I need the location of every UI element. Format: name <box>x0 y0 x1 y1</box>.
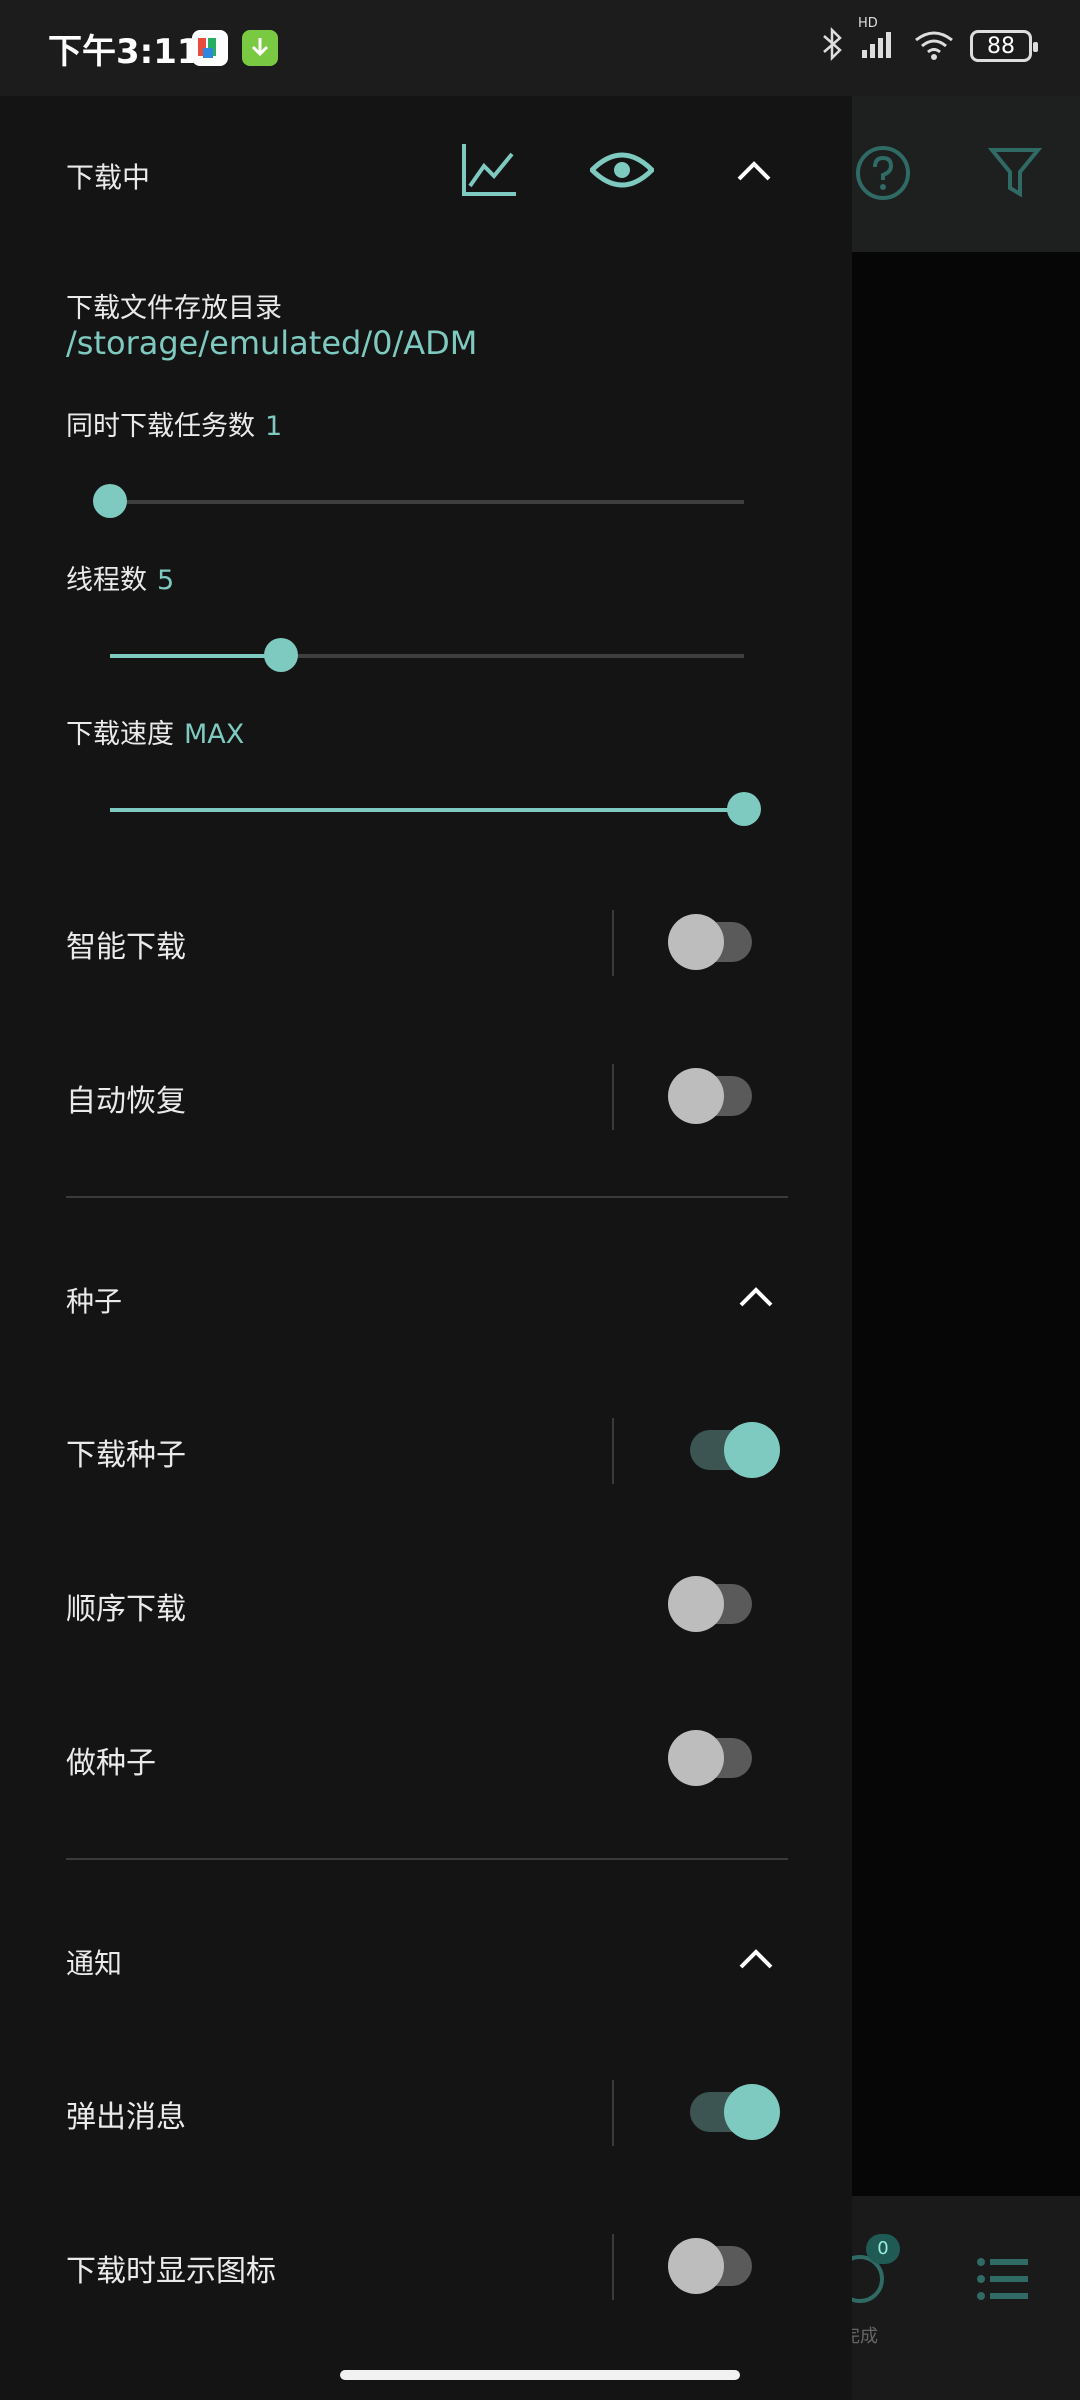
switch-knob <box>668 1576 724 1632</box>
chevron-up-icon[interactable] <box>738 1286 774 1312</box>
battery-level: 88 <box>987 33 1015 59</box>
chart-icon[interactable] <box>460 142 518 202</box>
speed-value: MAX <box>184 719 245 750</box>
row-divider <box>612 2234 614 2300</box>
slider-thumb[interactable] <box>264 638 299 672</box>
completed-badge: 0 <box>866 2234 900 2264</box>
home-indicator[interactable] <box>340 2370 740 2380</box>
torrent-section-title: 种子 <box>66 1285 123 1318</box>
sequential-download-switch[interactable] <box>668 1576 752 1632</box>
speed-text: 下载速度 <box>66 719 174 750</box>
list-menu-icon[interactable] <box>976 2256 1030 2306</box>
auto-resume-switch[interactable] <box>668 1068 752 1124</box>
switch-knob <box>668 1730 724 1786</box>
switch-knob <box>724 1422 780 1478</box>
seeding-label: 做种子 <box>66 1746 156 1781</box>
eye-icon[interactable] <box>588 148 656 196</box>
switch-knob <box>668 914 724 970</box>
filter-icon[interactable] <box>987 144 1043 206</box>
app-notification-icon <box>192 30 228 66</box>
threads-label: 线程数 5 <box>66 558 174 597</box>
settings-drawer: 下载中 下载文件存放目录 /storage/emulated/0/ADM 同时下… <box>0 96 852 2400</box>
popup-message-label: 弹出消息 <box>66 2100 186 2135</box>
popup-message-switch[interactable] <box>690 2084 780 2140</box>
hd-label: HD <box>858 16 878 31</box>
show-icon-switch[interactable] <box>668 2238 752 2294</box>
row-divider <box>612 1064 614 1130</box>
speed-slider[interactable] <box>110 792 761 826</box>
concurrent-tasks-text: 同时下载任务数 <box>66 411 255 442</box>
switch-knob <box>668 1068 724 1124</box>
switch-knob <box>668 2238 724 2294</box>
seeding-switch[interactable] <box>668 1730 752 1786</box>
auto-resume-label: 自动恢复 <box>66 1084 186 1119</box>
slider-fill <box>110 808 744 812</box>
drawer-title: 下载中 <box>66 161 151 194</box>
row-divider <box>612 910 614 976</box>
threads-text: 线程数 <box>66 565 147 596</box>
switch-knob <box>724 2084 780 2140</box>
show-icon-label: 下载时显示图标 <box>66 2254 276 2289</box>
download-torrent-switch[interactable] <box>690 1422 780 1478</box>
chevron-up-icon[interactable] <box>736 160 772 186</box>
download-dir-label: 下载文件存放目录 <box>66 293 282 324</box>
sequential-download-label: 顺序下载 <box>66 1592 186 1627</box>
threads-value: 5 <box>157 565 175 596</box>
download-notification-icon <box>242 30 278 66</box>
hd-signal-icon: HD <box>858 16 898 66</box>
help-icon[interactable] <box>854 144 912 206</box>
download-dir-value[interactable]: /storage/emulated/0/ADM <box>66 324 477 362</box>
threads-slider[interactable] <box>110 638 744 672</box>
section-divider <box>66 1858 788 1860</box>
concurrent-tasks-slider[interactable] <box>93 484 744 518</box>
chevron-up-icon[interactable] <box>738 1948 774 1974</box>
notify-section-title: 通知 <box>66 1947 123 1980</box>
wifi-icon <box>912 26 956 66</box>
battery-indicator: 88 <box>970 30 1038 62</box>
smart-download-label: 智能下载 <box>66 930 186 965</box>
concurrent-tasks-value: 1 <box>265 411 283 442</box>
speed-label: 下载速度 MAX <box>66 712 244 751</box>
download-torrent-label: 下载种子 <box>66 1438 186 1473</box>
row-divider <box>612 2080 614 2146</box>
slider-thumb[interactable] <box>727 792 761 826</box>
bluetooth-icon <box>820 26 844 66</box>
smart-download-switch[interactable] <box>668 914 752 970</box>
status-time: 下午3:11 <box>48 32 201 72</box>
section-divider <box>66 1196 788 1198</box>
slider-fill <box>110 654 282 658</box>
row-divider <box>612 1418 614 1484</box>
slider-thumb[interactable] <box>93 484 127 518</box>
status-bar: 下午3:11 HD 88 <box>0 0 1080 96</box>
concurrent-tasks-label: 同时下载任务数 1 <box>66 404 282 443</box>
